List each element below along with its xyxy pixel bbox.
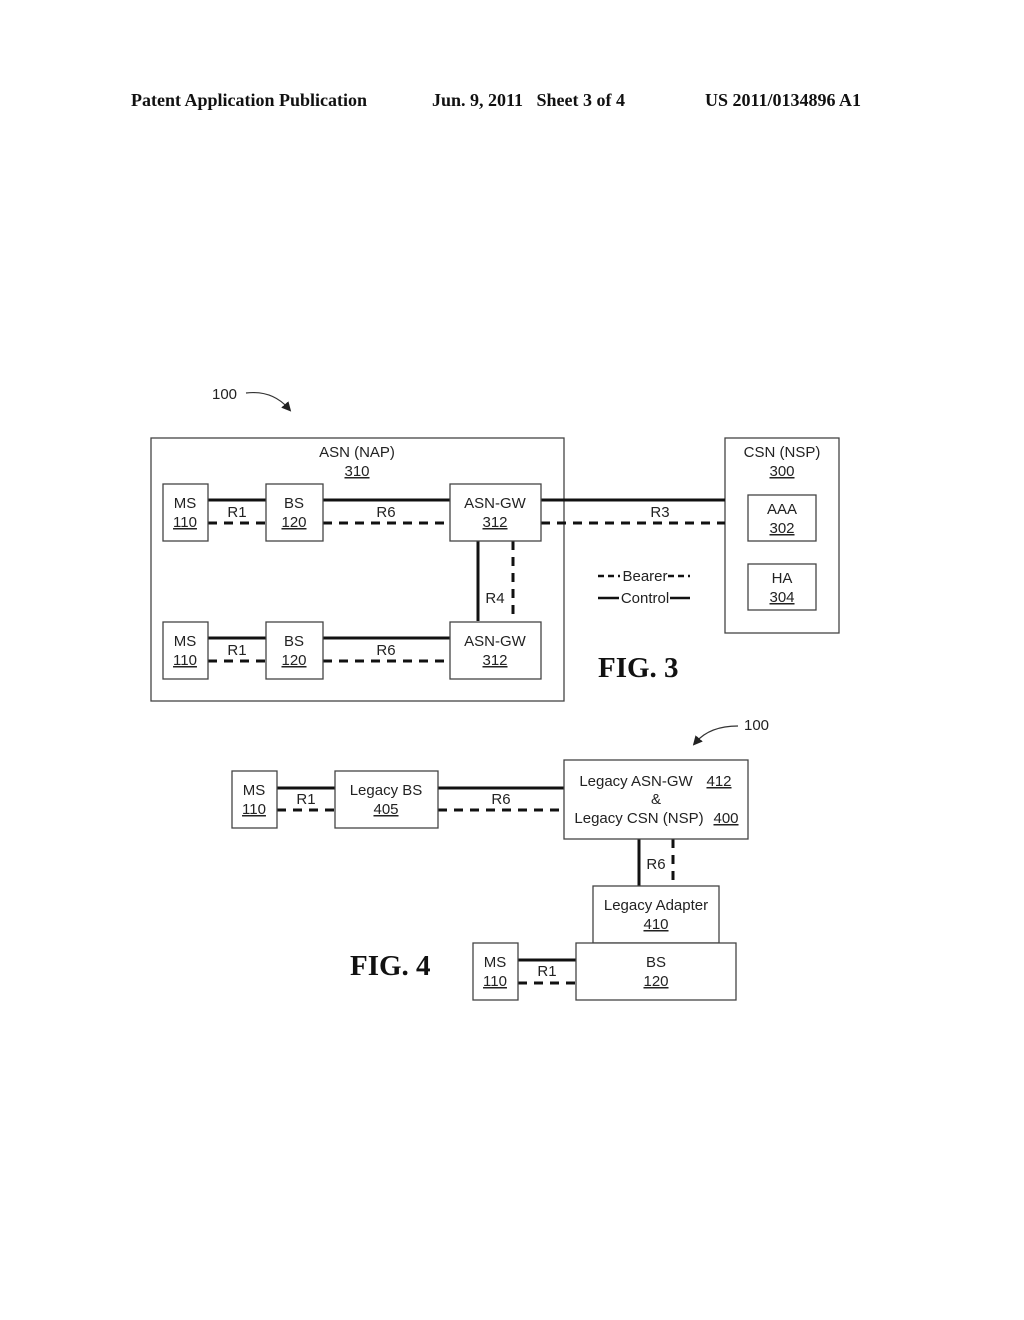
fig3-ref-arrow (245, 391, 292, 412)
fig3-r6-label-top: R6 (376, 504, 395, 521)
fig3-asn-gw-bottom-title: ASN-GW (464, 633, 527, 650)
legacy-bs-title: Legacy BS (350, 782, 423, 799)
asn-title: ASN (NAP) (319, 444, 395, 461)
fig3-asn-gw-top-number: 312 (482, 514, 507, 531)
legacy-ampersand: & (651, 791, 661, 808)
csn-number: 300 (769, 463, 794, 480)
fig4-ms-top-number: 110 (242, 801, 266, 818)
fig3-asn-gw-bottom-number: 312 (482, 652, 507, 669)
fig3-r1-label-bottom: R1 (227, 642, 246, 659)
fig4-r6-vertical-label: R6 (646, 856, 665, 873)
fig4-ref-label: 100 (744, 717, 769, 734)
aaa-title: AAA (767, 501, 797, 518)
diagram-canvas: 100 ASN (NAP) 310 CSN (NSP) 300 MS 110 B… (150, 386, 840, 1001)
fig3-bs-top-title: BS (284, 495, 304, 512)
fig3-ms-top-box (162, 483, 209, 542)
aaa-number: 302 (769, 520, 794, 537)
ha-title: HA (772, 570, 793, 587)
fig4-r1-label-top: R1 (296, 791, 315, 808)
fig4-caption: FIG. 4 (350, 950, 431, 982)
legacy-adapter-title: Legacy Adapter (604, 897, 708, 914)
asn-number: 310 (344, 463, 369, 480)
fig3-ref-label: 100 (212, 386, 237, 403)
fig4-ms-bottom-box (472, 942, 519, 1001)
fig3-asn-gw-top-box (449, 483, 542, 542)
csn-title: CSN (NSP) (744, 444, 821, 461)
fig4-ref-arrow (692, 725, 739, 746)
fig3-bs-bottom-box (265, 621, 324, 680)
legacy-bs-number: 405 (373, 801, 398, 818)
fig4-ms-top-box (231, 770, 278, 829)
fig3-caption: FIG. 3 (598, 652, 679, 684)
fig4-r1-label-bottom: R1 (537, 963, 556, 980)
fig3-asn-gw-bottom-box (449, 621, 542, 680)
legacy-bs-box (334, 770, 439, 829)
legacy-csn-title: Legacy CSN (NSP) (574, 810, 703, 827)
legacy-asn-gw-number: 412 (706, 773, 731, 790)
fig3-ms-bottom-number: 110 (173, 652, 197, 669)
fig4-bs-number: 120 (643, 973, 668, 990)
fig3-asn-gw-top-title: ASN-GW (464, 495, 527, 512)
fig3-bs-top-box (265, 483, 324, 542)
fig4-ms-top-title: MS (243, 782, 266, 799)
legend-control-label: Control (621, 590, 669, 607)
legacy-asn-gw-title: Legacy ASN-GW (579, 773, 693, 790)
ha-number: 304 (769, 589, 794, 606)
fig3-ms-top-title: MS (174, 495, 197, 512)
fig3-bs-bottom-number: 120 (281, 652, 306, 669)
legacy-adapter-number: 410 (643, 916, 668, 933)
fig3-ms-bottom-title: MS (174, 633, 197, 650)
fig3-ms-bottom-box (162, 621, 209, 680)
fig3-ms-top-number: 110 (173, 514, 197, 531)
fig3-r6-label-bottom: R6 (376, 642, 395, 659)
fig4-ms-bottom-title: MS (484, 954, 507, 971)
fig4-bs-box (575, 942, 737, 1001)
fig3-bs-top-number: 120 (281, 514, 306, 531)
fig4-bs-title: BS (646, 954, 666, 971)
legacy-adapter-box (592, 885, 720, 944)
legacy-csn-number: 400 (713, 810, 738, 827)
fig4-r6-label: R6 (491, 791, 510, 808)
fig4-ms-bottom-number: 110 (483, 973, 507, 990)
fig3-r3-label: R3 (650, 504, 669, 521)
fig3-bs-bottom-title: BS (284, 633, 304, 650)
fig3-r4-label: R4 (485, 590, 504, 607)
legend-bearer-label: Bearer (622, 568, 667, 585)
fig3-r1-label-top: R1 (227, 504, 246, 521)
